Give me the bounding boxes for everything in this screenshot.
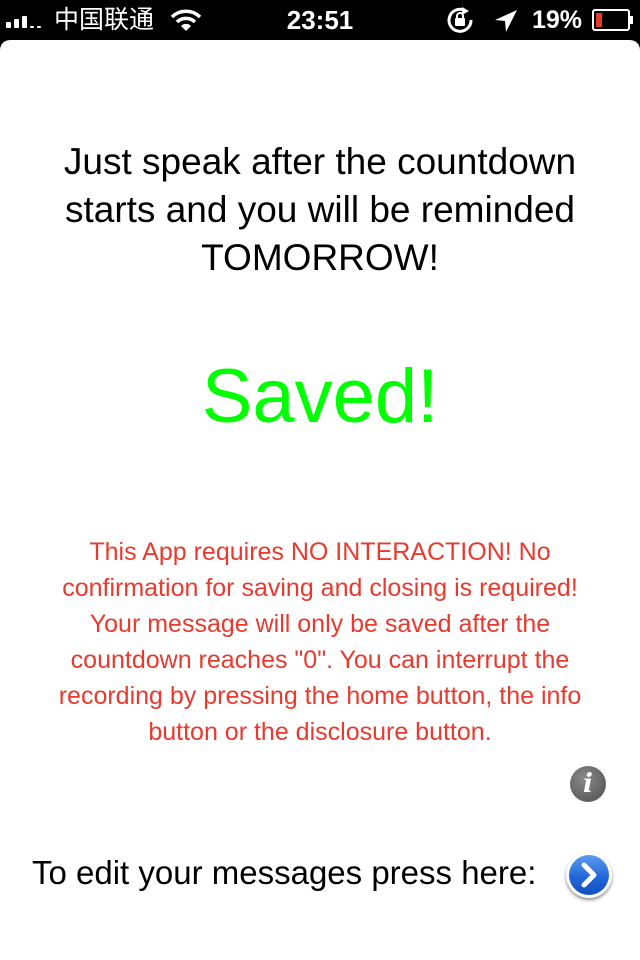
battery-percent: 19% — [532, 6, 583, 34]
info-button[interactable]: i — [570, 766, 606, 802]
edit-messages-label: To edit your messages press here: — [32, 854, 537, 891]
disclosure-button[interactable] — [566, 852, 612, 898]
app-screen: 中国联通 23:51 19% Just speak after the coun… — [0, 0, 640, 960]
location-icon — [495, 10, 517, 32]
instruction-headline: Just speak after the countdown starts an… — [63, 141, 577, 278]
no-interaction-notice: This App requires NO INTERACTION! No con… — [58, 538, 582, 746]
disclosure-icon — [569, 855, 609, 895]
battery-icon — [592, 9, 633, 31]
main-content: Just speak after the countdown starts an… — [0, 40, 640, 960]
saved-status: Saved! — [201, 354, 439, 439]
rotation-lock-icon — [447, 7, 473, 33]
status-bar: 中国联通 23:51 19% — [0, 0, 640, 40]
